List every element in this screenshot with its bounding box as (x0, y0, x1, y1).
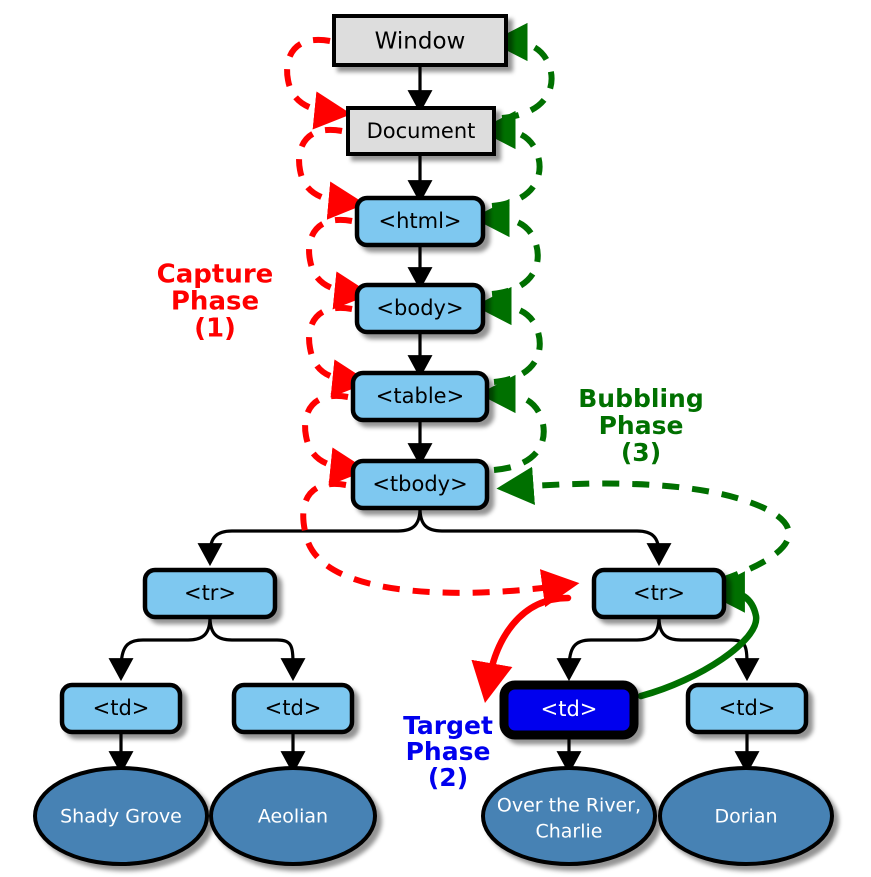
node-td-2-label: <td> (265, 696, 322, 720)
edge-tbody-tr-left (197, 506, 422, 567)
node-tr-left-label: <tr> (184, 581, 236, 605)
node-html-label: <html> (378, 209, 461, 233)
diagram-canvas: Window Document <html> <body> <table> <t… (33, 14, 834, 866)
bubble-arrow-document-to-window (490, 22, 555, 121)
node-tbody-label: <tbody> (372, 472, 467, 496)
node-td-2[interactable]: <td> (231, 682, 355, 735)
label-capture-phase: Capture Phase (1) (157, 260, 274, 344)
capture-arrow-document-html (296, 126, 366, 220)
edge-trleft-td2 (208, 615, 306, 682)
target-arrow-tr-to-td (471, 594, 572, 704)
node-text-aeolian-label: Aeolian (258, 806, 328, 828)
label-capture-phase-line1: Capture (157, 260, 274, 290)
node-td-target-label: <td> (541, 697, 598, 721)
bubble-arrow-body-to-html (472, 198, 541, 297)
label-target-phase-number: (2) (428, 763, 468, 792)
bubble-arrow-table-to-body (474, 286, 543, 385)
node-window-label: Window (375, 29, 466, 55)
label-capture-phase-line2: Phase (171, 287, 259, 317)
node-tr-right[interactable]: <tr> (591, 567, 727, 620)
target-phase-arrow (471, 594, 572, 704)
capture-arrow-table-tbody (302, 392, 368, 486)
node-td-1[interactable]: <td> (59, 682, 183, 735)
node-body-label: <body> (376, 296, 463, 320)
node-html[interactable]: <html> (354, 195, 486, 248)
node-window[interactable]: Window (332, 14, 508, 67)
node-body[interactable]: <body> (354, 282, 486, 335)
bubble-arrow-html-to-document (478, 110, 543, 209)
node-tr-left[interactable]: <tr> (142, 567, 278, 620)
edge-trright-td4 (657, 615, 760, 682)
dom-event-flow-diagram: Window Document <html> <body> <table> <t… (0, 0, 871, 877)
node-table[interactable]: <table> (350, 370, 490, 423)
node-text-shady-grove-label: Shady Grove (60, 806, 182, 828)
bubble-arrow-tbody-to-table (478, 374, 547, 473)
node-td-4-label: <td> (719, 696, 776, 720)
label-bubbling-phase-line1: Bubbling (578, 384, 703, 413)
node-td-target[interactable]: <td> (499, 680, 639, 740)
node-document[interactable]: Document (346, 106, 496, 156)
capture-arrow-html-body (306, 216, 372, 310)
capture-arrow-body-table (306, 304, 370, 398)
node-tr-right-label: <tr> (633, 581, 685, 605)
label-bubbling-phase: Bubbling Phase (3) (578, 384, 703, 467)
node-td-4[interactable]: <td> (685, 682, 809, 735)
node-text-shady-grove[interactable]: Shady Grove (33, 766, 209, 866)
edge-trright-tdtarget (556, 615, 661, 682)
node-text-dorian-label: Dorian (714, 806, 777, 828)
label-target-phase-line2: Phase (406, 737, 491, 766)
label-target-phase: Target Phase (2) (403, 711, 493, 792)
node-text-over-the-river-label-line2: Charlie (535, 821, 602, 843)
capture-arrow-window-document (284, 36, 352, 130)
node-td-1-label: <td> (93, 696, 150, 720)
node-text-aeolian[interactable]: Aeolian (209, 766, 377, 866)
label-target-phase-line1: Target (403, 711, 493, 740)
edge-tbody-tr-right (418, 506, 672, 567)
bubbling-phase-flow (472, 22, 792, 583)
node-text-over-the-river-label-line1: Over the River, (497, 795, 641, 817)
node-text-over-the-river[interactable]: Over the River, Charlie (481, 766, 657, 866)
node-table-label: <table> (376, 384, 464, 408)
node-tbody[interactable]: <tbody> (350, 458, 490, 511)
node-document-label: Document (367, 119, 476, 143)
label-bubbling-phase-number: (3) (621, 438, 661, 467)
node-text-dorian[interactable]: Dorian (658, 766, 834, 866)
label-bubbling-phase-line2: Phase (599, 411, 684, 440)
edge-trleft-td1 (108, 615, 212, 682)
label-capture-phase-number: (1) (194, 314, 236, 344)
